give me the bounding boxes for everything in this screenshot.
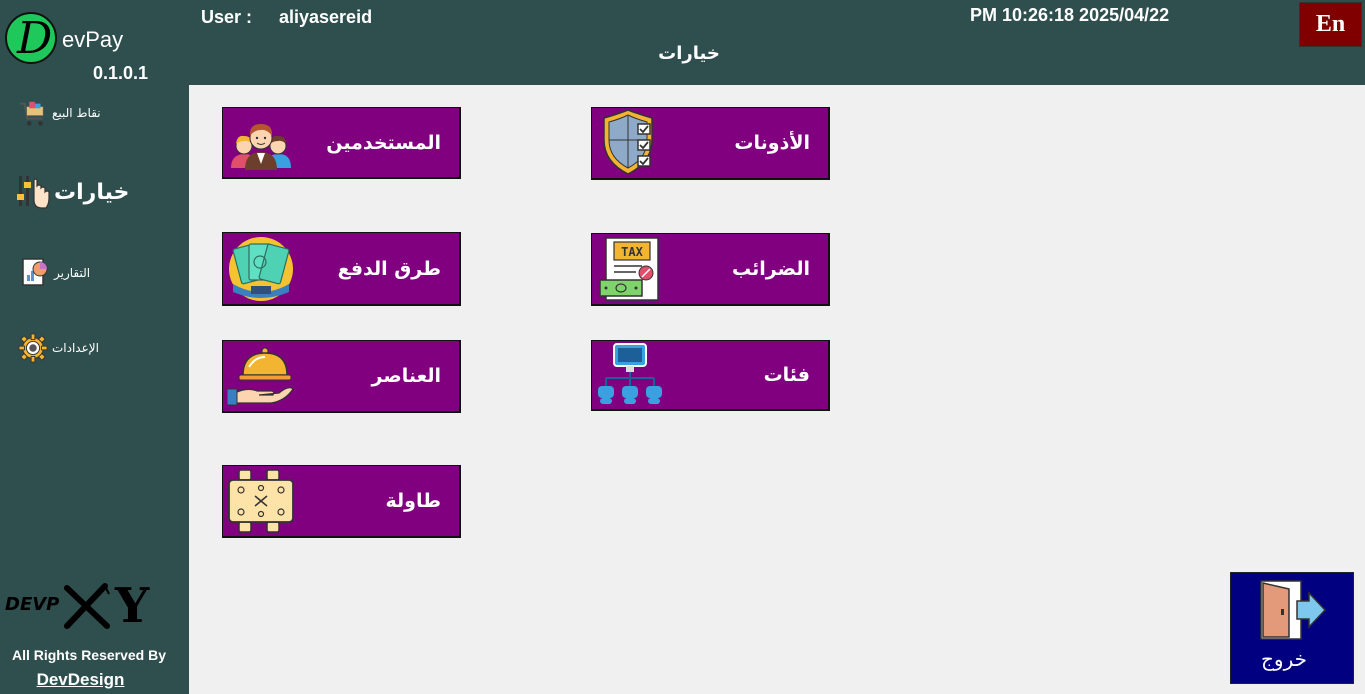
shopping-cart-icon [18,98,48,128]
tile-users[interactable]: المستخدمين [222,107,461,179]
tile-payment-methods[interactable]: طرق الدفع [222,232,461,306]
hand-sliders-icon [16,174,50,210]
exit-button[interactable]: خروج [1230,572,1354,684]
page-title: خيارات [658,43,720,64]
tile-label: المستخدمين [326,131,441,154]
user-label: User : [201,7,253,27]
tile-label: الأذونات [734,132,810,154]
user-name: aliyasereid [279,7,373,27]
tile-taxes[interactable]: TAX الضرائب [591,233,830,306]
datetime: PM 10:26:18 2025/04/22 [970,5,1170,25]
brand-logo-text: DEVP [5,594,59,615]
app-version: 0.1.0.1 [93,63,149,83]
sidebar-item-label: التقارير [54,266,91,280]
sidebar-item-pos[interactable]: نقاط البيع [18,98,101,128]
tile-categories[interactable]: فئات [591,340,830,411]
sidebar-item-label: نقاط البيع [52,106,101,120]
cash-icon [227,236,295,302]
tile-table[interactable]: طاولة [222,465,461,538]
users-icon [227,110,295,176]
sidebar-item-reports[interactable]: التقارير [20,258,90,288]
serving-tray-icon [226,343,295,409]
shield-checklist-icon [596,109,664,176]
sidebar-item-settings[interactable]: الإعدادات [18,333,99,363]
sidebar-item-label: خيارات [54,179,130,205]
header: User : aliyasereid PM 10:26:18 2025/04/2… [189,0,1365,85]
tile-label: طاولة [385,490,442,512]
exit-label: خروج [1261,647,1307,671]
devdesign-logo: DEVP Y [5,578,165,634]
tile-permissions[interactable]: الأذونات [591,107,830,180]
brand-logo-y: Y [114,580,150,630]
rights-text: All Rights Reserved By [11,647,167,663]
table-icon [227,468,295,534]
report-icon [20,258,50,288]
sidebar: D evPay 0.1.0.1 نقاط البيع خيارات التقار… [0,0,189,694]
sidebar-item-options[interactable]: خيارات [16,174,129,210]
tile-label: الضرائب [732,258,810,280]
app-logo: D [5,12,57,64]
logo-letter: D [17,13,53,64]
hierarchy-icon [596,342,664,408]
gear-icon [18,333,48,363]
tile-label: طرق الدفع [337,257,441,280]
app-name: evPay [62,27,124,52]
sidebar-item-label: الإعدادات [52,341,99,355]
language-button[interactable]: En [1299,2,1362,47]
company-link[interactable]: DevDesign [0,670,161,690]
tile-label: فئات [763,364,810,386]
tile-items[interactable]: العناصر [222,340,461,413]
tax-icon: TAX [596,236,664,302]
tile-label: العناصر [371,365,441,387]
tax-icon-text: TAX [621,245,643,259]
exit-door-icon [1260,580,1327,640]
